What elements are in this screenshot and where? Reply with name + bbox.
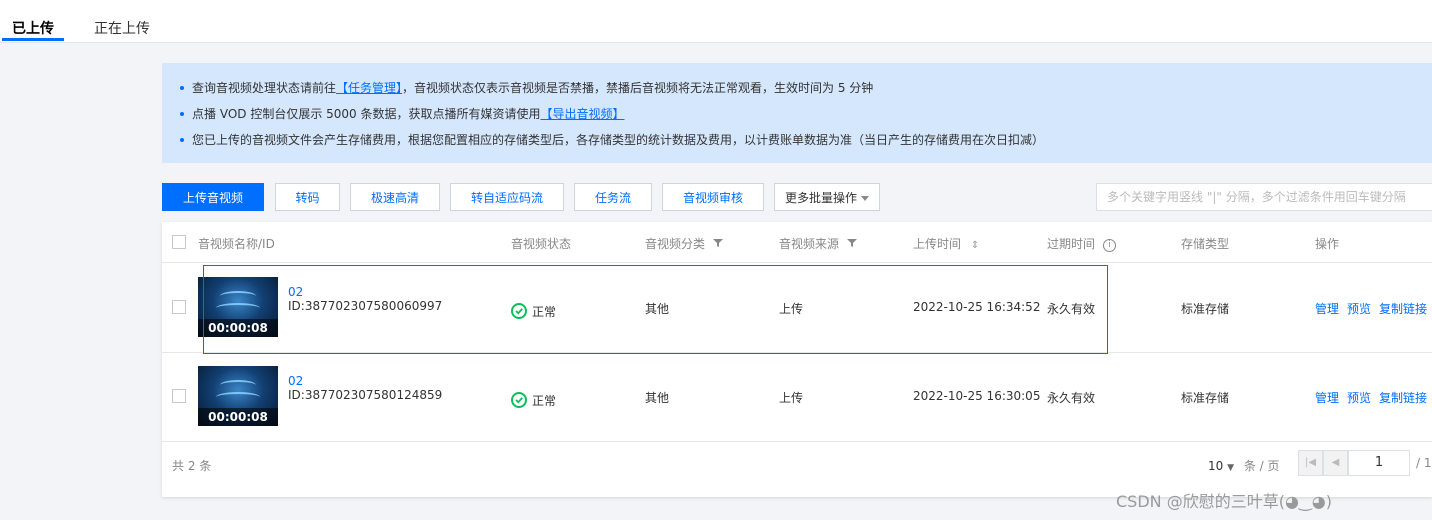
notice-line-3: 您已上传的音视频文件会产生存储费用，根据您配置相应的存储类型后，各存储类型的统计… bbox=[180, 131, 1044, 148]
upload-time-cell: 2022-10-25 16:30:05 bbox=[913, 389, 1041, 403]
total-count: 共 2 条 bbox=[172, 459, 212, 473]
bullet-icon bbox=[180, 111, 184, 116]
page-number-input[interactable]: 1 bbox=[1348, 450, 1410, 476]
task-management-link[interactable]: 【任务管理】 bbox=[336, 81, 402, 95]
check-circle-icon bbox=[511, 392, 527, 408]
status-text: 正常 bbox=[532, 394, 557, 408]
prev-page-button[interactable]: ◀ bbox=[1323, 450, 1348, 476]
table-header: 音视频名称/ID 音视频状态 音视频分类 音视频来源 上传时间 ⇕ 过期时间 i… bbox=[162, 222, 1432, 263]
header-storage: 存储类型 bbox=[1181, 237, 1230, 251]
info-icon[interactable]: i bbox=[1102, 239, 1116, 252]
bullet-icon bbox=[180, 137, 184, 142]
category-cell: 其他 bbox=[645, 391, 670, 405]
watermark-text: CSDN @欣慰的三叶草(◕‿◕) bbox=[1116, 492, 1332, 511]
page-size-value: 10 bbox=[1208, 459, 1224, 473]
header-source[interactable]: 音视频来源 bbox=[779, 235, 857, 252]
select-all-checkbox[interactable] bbox=[172, 235, 186, 249]
media-id: ID:387702307580124859 bbox=[288, 388, 443, 402]
upload-button[interactable]: 上传音视频 bbox=[162, 183, 264, 211]
caret-down-icon bbox=[861, 196, 869, 201]
search-input[interactable]: 多个关键字用竖线 "|" 分隔，多个过滤条件用回车键分隔 bbox=[1096, 183, 1432, 211]
ops-cell: 管理 预览 复制链接 bbox=[1315, 389, 1432, 406]
notice-line-2: 点播 VOD 控制台仅展示 5000 条数据，获取点播所有媒资请使用【导出音视频… bbox=[180, 105, 625, 122]
page-size-unit: 条 / 页 bbox=[1243, 459, 1280, 473]
page-size-select[interactable]: 10 ▼ 条 / 页 bbox=[1208, 457, 1280, 474]
first-page-button[interactable]: |◀ bbox=[1298, 450, 1323, 476]
adaptive-stream-button[interactable]: 转自适应码流 bbox=[450, 183, 564, 211]
header-status: 音视频状态 bbox=[511, 237, 572, 251]
header-expire-label: 过期时间 bbox=[1047, 237, 1096, 251]
caret-down-icon: ▼ bbox=[1227, 463, 1235, 473]
thumbnail-graphic bbox=[216, 392, 260, 402]
active-tab-indicator bbox=[2, 38, 64, 41]
bullet-icon bbox=[180, 85, 184, 90]
header-upload-time[interactable]: 上传时间 ⇕ bbox=[913, 235, 979, 252]
tab-uploaded[interactable]: 已上传 bbox=[12, 18, 54, 38]
header-category-label: 音视频分类 bbox=[645, 237, 706, 251]
table-row: 00:00:08 02 ID:387702307580124859 正常 其他 … bbox=[162, 352, 1432, 442]
video-duration: 00:00:08 bbox=[198, 408, 278, 426]
header-upload-time-label: 上传时间 bbox=[913, 237, 962, 251]
tab-uploading[interactable]: 正在上传 bbox=[94, 18, 150, 38]
manage-link[interactable]: 管理 bbox=[1315, 391, 1339, 405]
highlight-annotation-box bbox=[203, 265, 1108, 354]
header-ops: 操作 bbox=[1315, 237, 1340, 251]
storage-cell: 标准存储 bbox=[1181, 391, 1230, 405]
workflow-button[interactable]: 任务流 bbox=[574, 183, 652, 211]
notice-banner: 查询音视频处理状态请前往【任务管理】，音视频状态仅表示音视频是否禁播，禁播后音视… bbox=[162, 63, 1432, 163]
fast-hd-button[interactable]: 极速高清 bbox=[350, 183, 440, 211]
manage-link[interactable]: 管理 bbox=[1315, 302, 1339, 316]
transcode-button[interactable]: 转码 bbox=[275, 183, 340, 211]
sort-icon[interactable]: ⇕ bbox=[971, 240, 979, 251]
header-category[interactable]: 音视频分类 bbox=[645, 235, 723, 252]
notice-text: ，音视频状态仅表示音视频是否禁播，禁播后音视频将无法正常观看，生效时间为 5 分… bbox=[402, 81, 874, 95]
notice-text: 查询音视频处理状态请前往 bbox=[192, 81, 337, 95]
filter-icon[interactable] bbox=[712, 238, 723, 248]
header-source-label: 音视频来源 bbox=[779, 237, 840, 251]
status-cell: 正常 bbox=[511, 389, 556, 409]
more-batch-dropdown[interactable]: 更多批量操作 bbox=[774, 183, 880, 211]
video-thumbnail[interactable]: 00:00:08 bbox=[198, 366, 278, 426]
header-name: 音视频名称/ID bbox=[198, 237, 275, 251]
source-cell: 上传 bbox=[779, 391, 804, 405]
storage-cell: 标准存储 bbox=[1181, 302, 1230, 316]
header-expire: 过期时间 i bbox=[1047, 235, 1116, 253]
page-total: / 1 bbox=[1416, 456, 1432, 470]
preview-link[interactable]: 预览 bbox=[1347, 391, 1371, 405]
media-name-link[interactable]: 02 bbox=[288, 374, 303, 388]
tabs-bar: 已上传 正在上传 bbox=[0, 0, 1432, 43]
notice-text: 您已上传的音视频文件会产生存储费用，根据您配置相应的存储类型后，各存储类型的统计… bbox=[192, 133, 1045, 147]
media-table: 音视频名称/ID 音视频状态 音视频分类 音视频来源 上传时间 ⇕ 过期时间 i… bbox=[162, 222, 1432, 497]
notice-text: 点播 VOD 控制台仅展示 5000 条数据，获取点播所有媒资请使用 bbox=[192, 107, 541, 121]
copy-link[interactable]: 复制链接 bbox=[1379, 302, 1427, 316]
more-batch-label: 更多批量操作 bbox=[785, 191, 858, 205]
filter-icon[interactable] bbox=[846, 238, 857, 248]
expire-cell: 永久有效 bbox=[1047, 391, 1096, 405]
copy-link[interactable]: 复制链接 bbox=[1379, 391, 1427, 405]
notice-line-1: 查询音视频处理状态请前往【任务管理】，音视频状态仅表示音视频是否禁播，禁播后音视… bbox=[180, 79, 873, 96]
export-media-link[interactable]: 【导出音视频】 bbox=[540, 107, 624, 121]
row-checkbox[interactable] bbox=[172, 300, 186, 314]
row-checkbox[interactable] bbox=[172, 389, 186, 403]
preview-link[interactable]: 预览 bbox=[1347, 302, 1371, 316]
thumbnail-graphic bbox=[220, 380, 256, 390]
media-review-button[interactable]: 音视频审核 bbox=[662, 183, 764, 211]
ops-cell: 管理 预览 复制链接 bbox=[1315, 300, 1432, 317]
